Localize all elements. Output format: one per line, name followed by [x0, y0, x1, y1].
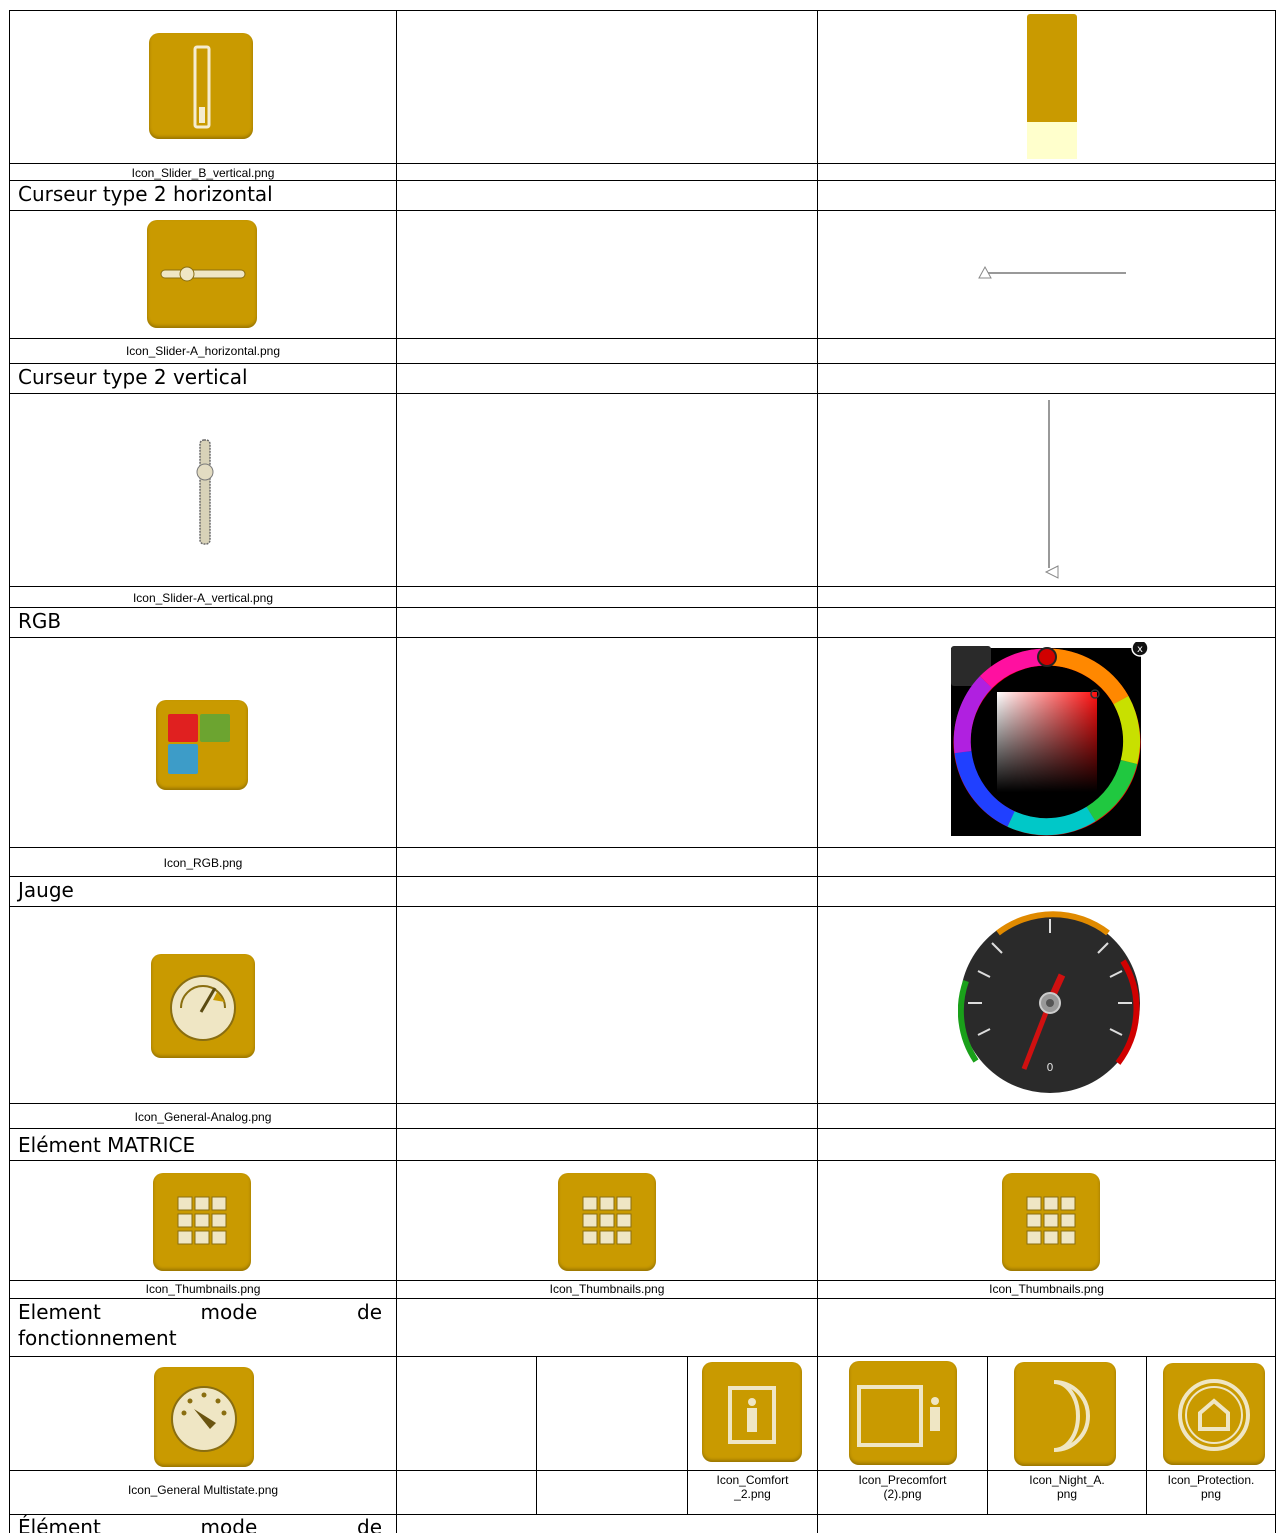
row-curseur-vertical-title: Curseur type 2 vertical — [0, 363, 1276, 393]
general-multistate-icon — [154, 1367, 254, 1467]
icon-filename: Icon_Slider-A_vertical.png — [9, 586, 396, 607]
row-rgb-preview: x — [0, 637, 1276, 847]
section-title: Elément MATRICE — [9, 1128, 396, 1160]
row-curseur-horizontal-filename: Icon_Slider-A_horizontal.png — [0, 338, 1276, 363]
analog-gauge-widget: 0 — [958, 911, 1140, 1093]
vertical-slider-widget[interactable] — [1038, 398, 1064, 582]
row-mode-filenames: Icon_General Multistate.png Icon_Comfort… — [0, 1470, 1276, 1514]
section-title: RGB — [9, 607, 396, 637]
color-picker-widget[interactable]: x — [951, 642, 1151, 838]
row-curseur-vertical-preview — [0, 393, 1276, 586]
row-curseur-horizontal-title: Curseur type 2 horizontal — [0, 180, 1276, 210]
row-jauge-filename: Icon_General-Analog.png — [0, 1103, 1276, 1128]
icon-filename: Icon_Slider_B_vertical.png — [9, 163, 396, 180]
protection-filename: Icon_Protection. png — [1146, 1470, 1276, 1514]
row-slider-b-vertical-preview — [0, 10, 1276, 163]
row-matrice-filenames: Icon_Thumbnails.png Icon_Thumbnails.png … — [0, 1280, 1276, 1298]
slider-a-horizontal-icon — [147, 220, 257, 328]
row-rgb-filename: Icon_RGB.png — [0, 847, 1276, 876]
row-rgb-title: RGB — [0, 607, 1276, 637]
comfort-icon — [702, 1362, 802, 1462]
night-filename: Icon_Night_A. png — [987, 1470, 1146, 1514]
section-title: Jauge — [9, 876, 396, 906]
row-matrice-preview — [0, 1160, 1276, 1280]
row-curseur-horizontal-preview — [0, 210, 1276, 338]
row-jauge-preview: 0 — [0, 906, 1276, 1103]
icon-filename: Icon_General Multistate.png — [9, 1470, 396, 1514]
row-jauge-title: Jauge — [0, 876, 1276, 906]
icon-filename: Icon_Thumbnails.png — [396, 1280, 817, 1298]
section-title: Curseur type 2 vertical — [9, 363, 396, 393]
general-analog-icon — [151, 954, 255, 1058]
slider-a-vertical-icon — [196, 439, 214, 545]
precomfort-icon — [849, 1361, 957, 1465]
comfort-filename: Icon_Comfort _2.png — [687, 1470, 817, 1514]
icon-filename: Icon_Slider-A_horizontal.png — [9, 338, 396, 363]
vertical-level-bar — [1027, 14, 1077, 159]
row-mode-title: Element mode de fonctionnement — [0, 1298, 1276, 1356]
row-slider-b-vertical-filename: Icon_Slider_B_vertical.png — [0, 163, 1276, 180]
icon-filename: Icon_Thumbnails.png — [9, 1280, 396, 1298]
section-title: Élément mode de — [9, 1514, 396, 1533]
precomfort-filename: Icon_Precomfort (2).png — [817, 1470, 987, 1514]
night-icon — [1014, 1362, 1116, 1466]
section-title: Element mode de fonctionnement — [9, 1298, 396, 1356]
row-matrice-title: Elément MATRICE — [0, 1128, 1276, 1160]
thumbnails-icon — [558, 1173, 656, 1271]
thumbnails-icon — [1002, 1173, 1100, 1271]
slider-b-vertical-icon — [149, 33, 253, 139]
icon-filename: Icon_RGB.png — [9, 847, 396, 876]
thumbnails-icon — [153, 1173, 251, 1271]
section-title: Curseur type 2 horizontal — [9, 180, 396, 210]
rgb-icon — [156, 700, 248, 790]
svg-text:x: x — [1137, 644, 1143, 655]
icon-filename: Icon_Thumbnails.png — [817, 1280, 1276, 1298]
row-mode-2-title: Élément mode de — [0, 1514, 1276, 1533]
protection-icon — [1163, 1363, 1265, 1465]
horizontal-slider-widget[interactable] — [976, 263, 1128, 283]
icon-filename: Icon_General-Analog.png — [9, 1103, 396, 1128]
row-mode-preview — [0, 1356, 1276, 1470]
row-curseur-vertical-filename: Icon_Slider-A_vertical.png — [0, 586, 1276, 607]
gauge-zero-label: 0 — [1047, 1061, 1054, 1074]
